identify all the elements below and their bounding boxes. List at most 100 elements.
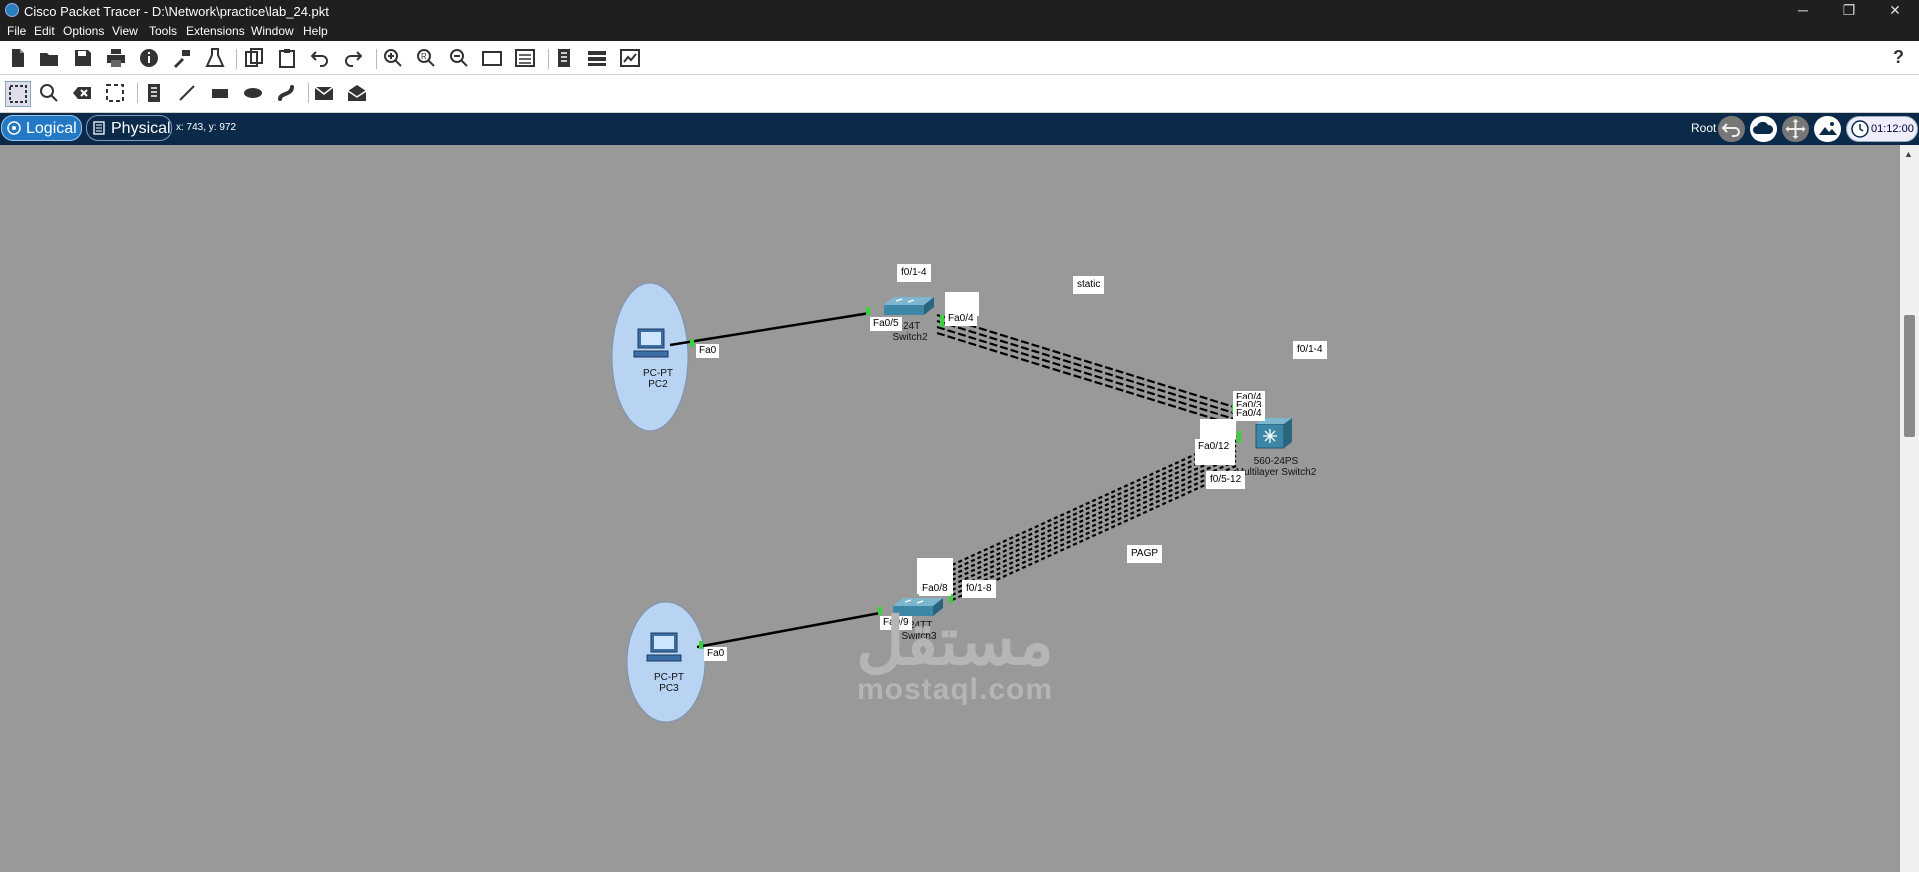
pc3-group-ellipse	[626, 601, 706, 723]
save-icon[interactable]	[71, 46, 95, 70]
pc2-name: PC2	[648, 379, 668, 390]
menu-options[interactable]: Options	[63, 24, 104, 38]
ellipse-icon[interactable]	[241, 81, 265, 105]
help-icon[interactable]: ?	[1893, 47, 1904, 68]
paste-icon[interactable]	[275, 46, 299, 70]
note-pagp[interactable]: PAGP	[1127, 545, 1163, 563]
switch2-name: Switch2	[892, 332, 928, 343]
physical-view-icon	[93, 121, 105, 135]
zoom-reset-icon[interactable]: R	[414, 46, 438, 70]
move-object-icon[interactable]	[1782, 116, 1809, 142]
print-icon[interactable]	[104, 46, 128, 70]
multilayer-switch2-model: 560-24PS	[1253, 456, 1299, 467]
zoom-out-icon[interactable]	[447, 46, 471, 70]
pc2-device-icon[interactable]	[633, 328, 669, 358]
complex-pdu-icon[interactable]	[345, 81, 369, 105]
freeform-icon[interactable]	[274, 81, 298, 105]
cloud-icon[interactable]	[1750, 116, 1777, 142]
tab-physical[interactable]: Physical	[86, 115, 172, 141]
watermark-latin: mostaql.com	[856, 673, 1054, 706]
logical-view-icon	[7, 121, 21, 135]
redo-icon[interactable]	[341, 46, 365, 70]
pc2-model: PC-PT	[643, 368, 673, 379]
svg-text:R: R	[421, 52, 427, 61]
simulation-clock[interactable]: 01:12:00	[1846, 116, 1918, 142]
edit-toolbar	[0, 75, 1919, 113]
note-mls-port-range-top[interactable]: f0/1-4	[1293, 341, 1327, 359]
delete-icon[interactable]	[70, 81, 94, 105]
restore-button[interactable]: ❐	[1826, 0, 1872, 22]
tab-logical[interactable]: Logical	[1, 115, 82, 141]
cursor-coordinates: x: 743, y: 972	[176, 122, 237, 133]
port-label-mls-fa012: Fa0/12	[1195, 440, 1233, 454]
menu-edit[interactable]: Edit	[34, 24, 55, 38]
root-label: Root	[1691, 121, 1717, 135]
workspace-nav-bar: Logical Physical x: 743, y: 972 Root 01:…	[0, 113, 1919, 145]
viewport-icon[interactable]	[552, 46, 576, 70]
activity-wizard-icon[interactable]	[170, 46, 194, 70]
etherchannel-static[interactable]	[936, 313, 1235, 427]
scrollbar-thumb[interactable]	[1904, 315, 1915, 437]
menu-bar: File Edit Options View Tools Extensions …	[0, 22, 1919, 41]
switch2-device-icon[interactable]	[884, 297, 934, 315]
info-icon[interactable]	[137, 46, 161, 70]
note-static[interactable]: static	[1073, 276, 1105, 294]
window-title: Cisco Packet Tracer - D:\Network\practic…	[24, 4, 329, 19]
title-bar: Cisco Packet Tracer - D:\Network\practic…	[0, 0, 1919, 22]
port-label-pc3-fa0: Fa0	[704, 647, 728, 661]
undo-icon[interactable]	[308, 46, 332, 70]
label-cover-box	[1200, 419, 1236, 439]
custom-devices-dialog-icon[interactable]	[513, 46, 537, 70]
screenshot-icon[interactable]	[618, 46, 642, 70]
port-label-switch3-fa08: Fa0/8	[919, 582, 951, 596]
pc3-model: PC-PT	[654, 672, 684, 683]
pc2-label: PC-PT PC2	[630, 368, 686, 390]
pc3-device-icon[interactable]	[646, 632, 682, 662]
note-icon[interactable]	[142, 81, 166, 105]
port-label-switch2-fa05: Fa0/5	[870, 317, 902, 331]
close-button[interactable]: ✕	[1872, 0, 1918, 22]
open-icon[interactable]	[37, 46, 61, 70]
multilayer-switch2-device-icon[interactable]	[1255, 418, 1292, 449]
inspect-icon[interactable]	[37, 81, 61, 105]
simple-pdu-icon[interactable]	[312, 81, 336, 105]
new-icon[interactable]	[6, 46, 30, 70]
note-switch3-port-range[interactable]: f0/1-8	[962, 580, 996, 598]
menu-help[interactable]: Help	[303, 24, 328, 38]
menu-window[interactable]: Window	[251, 24, 294, 38]
menu-view[interactable]: View	[112, 24, 138, 38]
drawing-palette-icon[interactable]	[480, 46, 504, 70]
clock-time: 01:12:00	[1871, 123, 1914, 135]
watermark-arabic: مستقل	[856, 604, 1054, 678]
copy-icon[interactable]	[242, 46, 266, 70]
menu-file[interactable]: File	[7, 24, 26, 38]
line-icon[interactable]	[175, 81, 199, 105]
menu-extensions[interactable]: Extensions	[186, 24, 245, 38]
port-label-switch2-fa04: Fa0/4	[945, 312, 977, 326]
port-label-mls-fa04: Fa0/4	[1233, 407, 1265, 421]
pc3-label: PC-PT PC3	[641, 672, 697, 694]
mostaql-watermark: مستقل mostaql.com	[830, 608, 1080, 706]
tab-physical-label: Physical	[111, 120, 171, 137]
cluster-icon[interactable]	[585, 46, 609, 70]
background-image-icon[interactable]	[1814, 116, 1841, 142]
rectangle-icon[interactable]	[208, 81, 232, 105]
custom-device-icon[interactable]	[203, 46, 227, 70]
canvas-vertical-scrollbar[interactable]: ▲	[1900, 145, 1919, 872]
menu-tools[interactable]: Tools	[149, 24, 177, 38]
resize-icon[interactable]	[103, 81, 127, 105]
packet-tracer-logo-icon	[5, 3, 19, 17]
zoom-in-icon[interactable]	[381, 46, 405, 70]
topology-drawing	[611, 282, 1292, 723]
back-icon[interactable]	[1718, 116, 1745, 142]
link-pc2-switch2[interactable]	[669, 311, 871, 347]
tab-logical-label: Logical	[26, 120, 77, 137]
logical-workspace-canvas[interactable]: PC-PT PC2 PC-PT PC3 -24T Switch2 -24TT S…	[0, 145, 1900, 872]
note-switch2-port-range[interactable]: f0/1-4	[897, 264, 931, 282]
note-mls-port-range-bottom[interactable]: f0/5-12	[1206, 471, 1246, 489]
scroll-up-arrow-icon[interactable]: ▲	[1904, 149, 1913, 159]
minimize-button[interactable]: ─	[1780, 0, 1826, 22]
select-icon[interactable]	[5, 81, 31, 107]
main-toolbar: R ?	[0, 41, 1919, 75]
port-label-pc2-fa0: Fa0	[696, 344, 720, 358]
